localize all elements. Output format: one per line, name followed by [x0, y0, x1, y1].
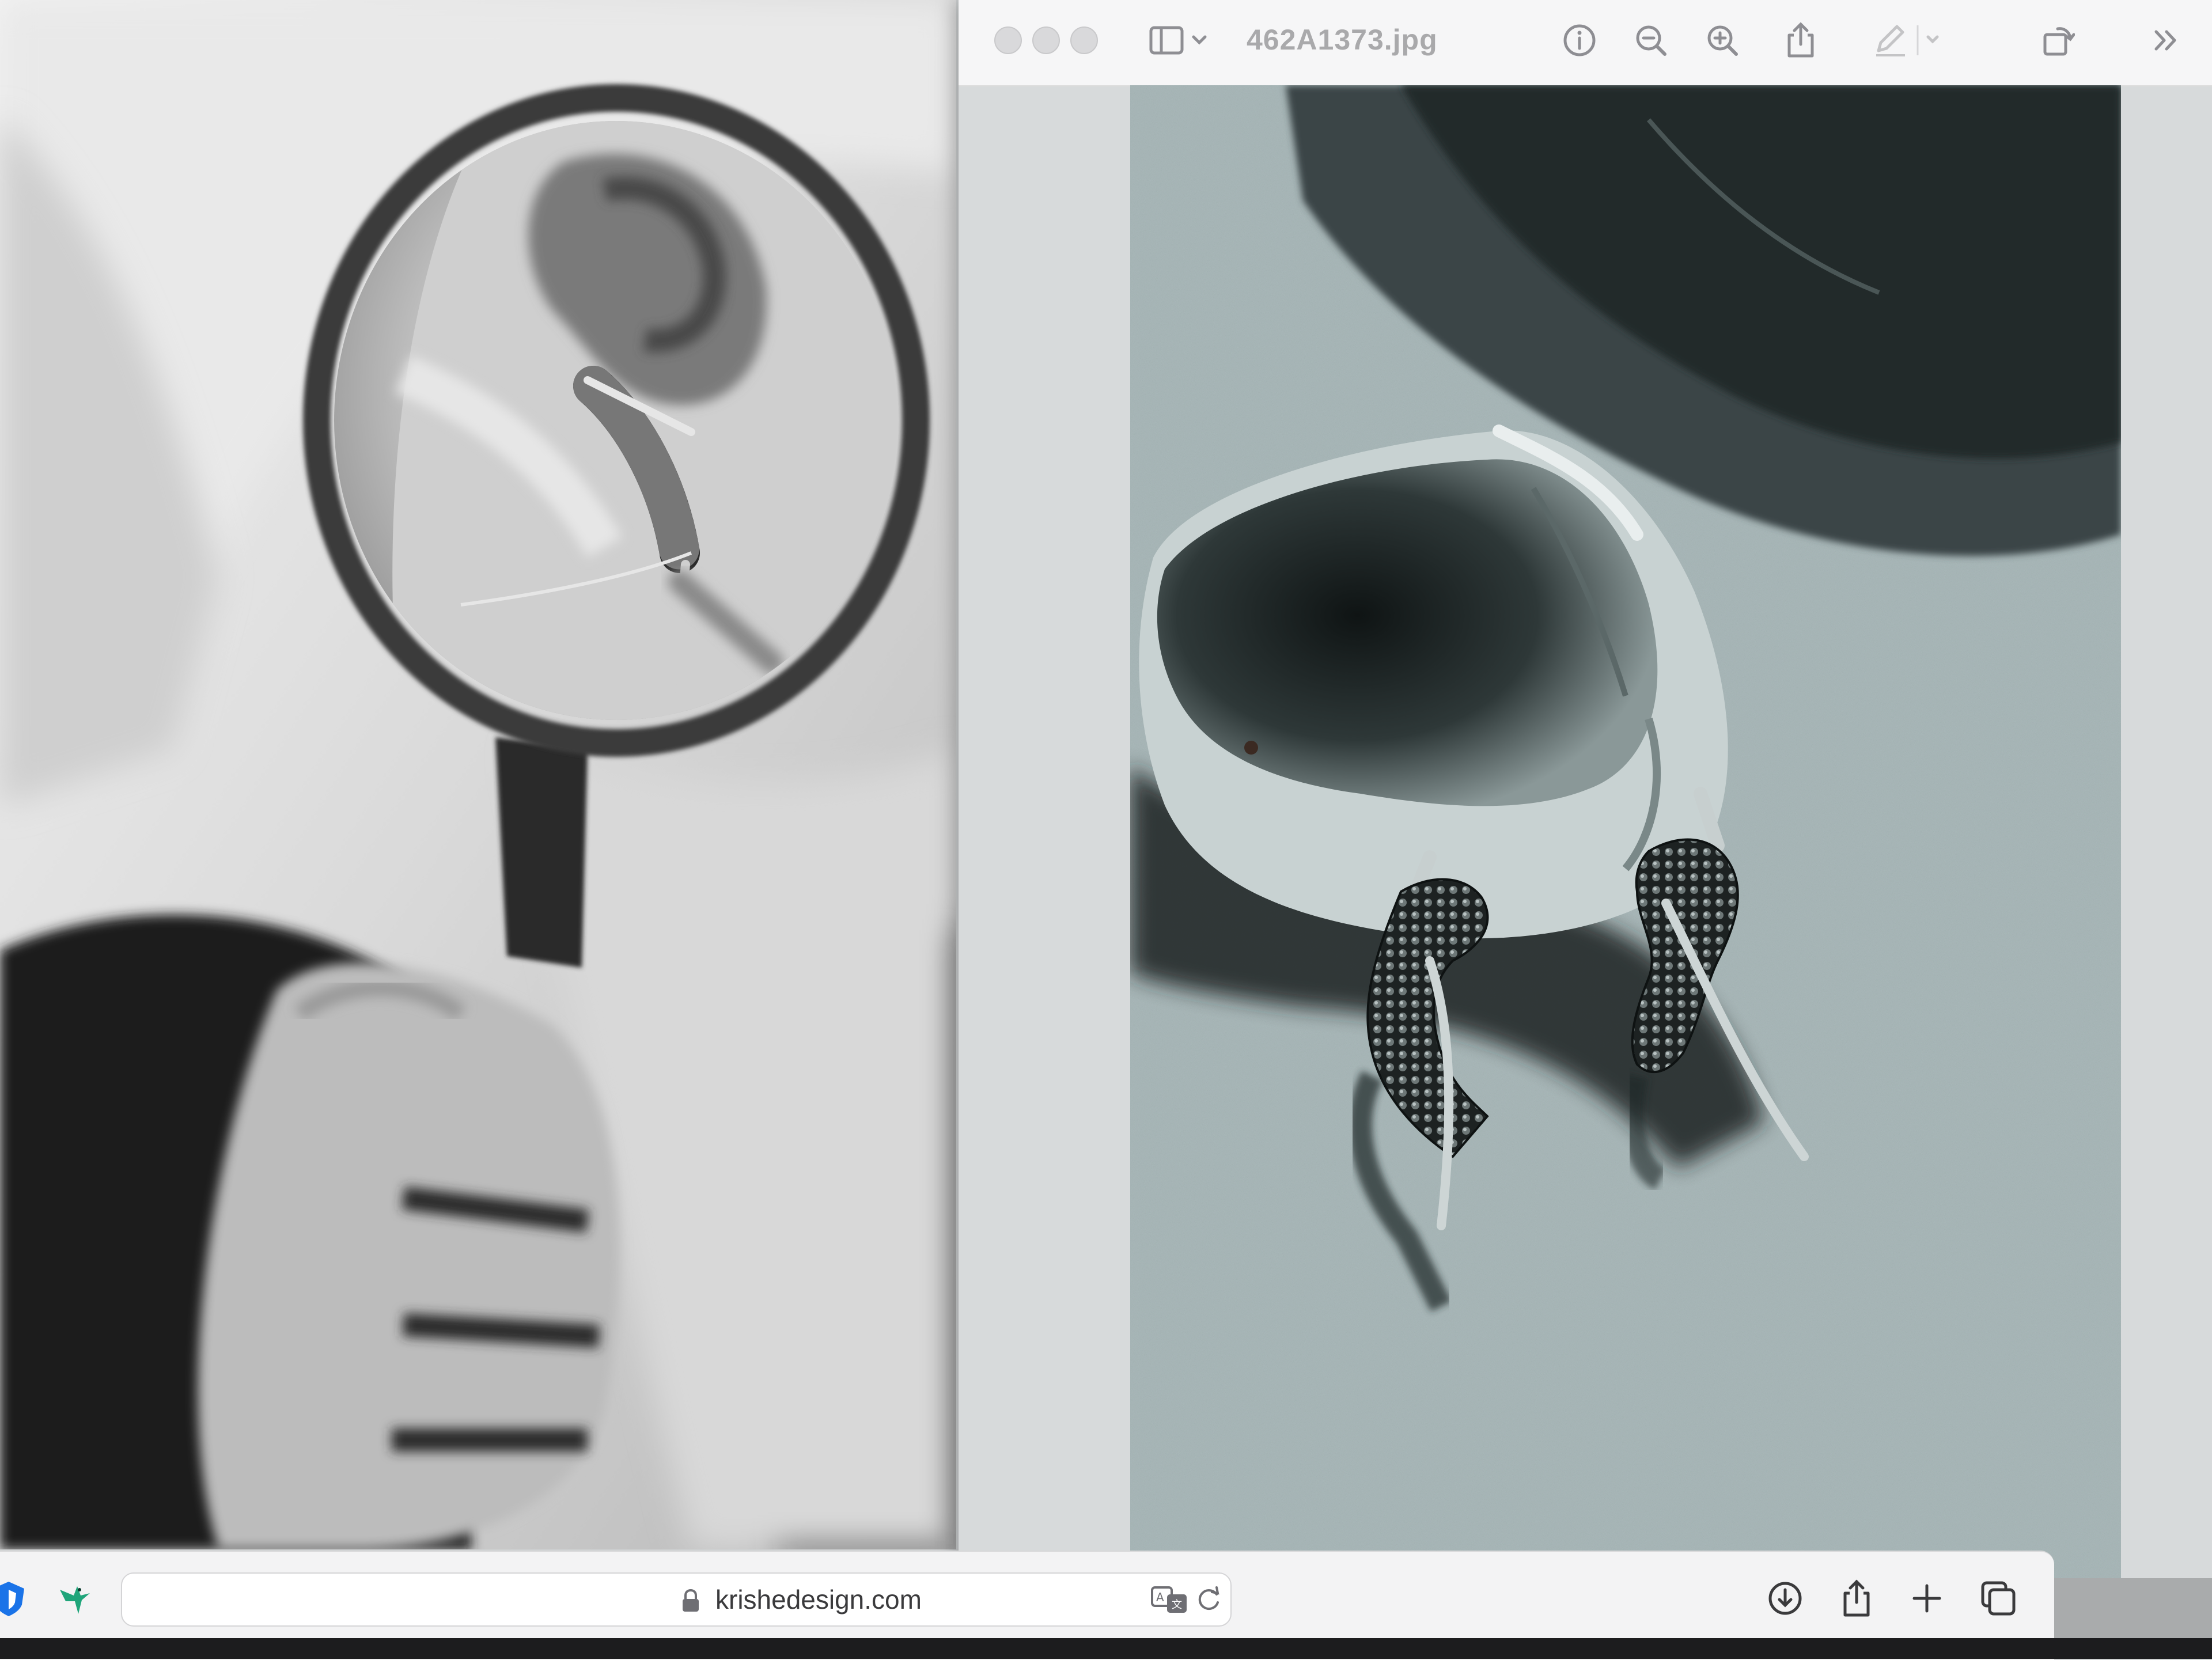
- tab-overview-button[interactable]: [1972, 1572, 2024, 1624]
- earrings-shell-photo: [1130, 85, 2121, 1578]
- download-icon: [1767, 1581, 1803, 1616]
- minimize-window-button[interactable]: [1032, 26, 1060, 54]
- rotate-button[interactable]: [2036, 18, 2080, 62]
- lock-icon: [681, 1589, 700, 1613]
- rotate-icon: [2040, 23, 2075, 58]
- more-toolbar-items-button[interactable]: [2143, 18, 2189, 62]
- share-button[interactable]: [1779, 18, 1823, 62]
- screen-bezel: [0, 1638, 2212, 1659]
- close-window-button[interactable]: [994, 26, 1022, 54]
- share-icon: [1783, 21, 1818, 59]
- chevron-double-right-icon: [2152, 26, 2180, 55]
- hummingbird-extension-icon: [54, 1578, 94, 1619]
- hummingbird-extension-button[interactable]: [48, 1572, 100, 1624]
- share-icon: [1839, 1578, 1874, 1619]
- share-page-button[interactable]: [1831, 1572, 1883, 1624]
- website-hero-photo: [0, 0, 956, 1549]
- sidebar-icon: [1149, 23, 1212, 58]
- new-tab-button[interactable]: [1901, 1572, 1953, 1624]
- zoom-out-button[interactable]: [1629, 18, 1673, 62]
- info-button[interactable]: [1558, 18, 1601, 62]
- tabs-overview-icon: [1980, 1581, 2016, 1616]
- preview-window: 462A1373.jpg: [959, 0, 2212, 1578]
- translate-icon[interactable]: A文: [1151, 1585, 1189, 1614]
- shield-extension-icon: [0, 1578, 29, 1619]
- reload-icon[interactable]: [1196, 1586, 1222, 1613]
- downloads-button[interactable]: [1759, 1572, 1811, 1624]
- zoom-in-icon: [1705, 23, 1740, 58]
- zoom-out-icon: [1634, 23, 1668, 58]
- url-text: krishedesign.com: [715, 1585, 922, 1614]
- zoom-window-button[interactable]: [1070, 26, 1098, 54]
- markup-pencil-icon: [1872, 23, 1946, 58]
- markup-button[interactable]: [1869, 18, 1949, 62]
- new-tab-plus-icon: [1911, 1582, 1943, 1614]
- sidebar-toggle-button[interactable]: [1143, 18, 1218, 62]
- info-icon: [1562, 23, 1597, 58]
- svg-text:文: 文: [1172, 1599, 1182, 1611]
- window-title: 462A1373.jpg: [1247, 24, 1438, 56]
- zoom-in-button[interactable]: [1700, 18, 1744, 62]
- shield-extension-button[interactable]: [0, 1572, 35, 1624]
- address-bar[interactable]: krishedesign.com A文: [121, 1572, 1232, 1627]
- svg-text:A: A: [1156, 1590, 1164, 1604]
- preview-toolbar: 462A1373.jpg: [959, 0, 2212, 86]
